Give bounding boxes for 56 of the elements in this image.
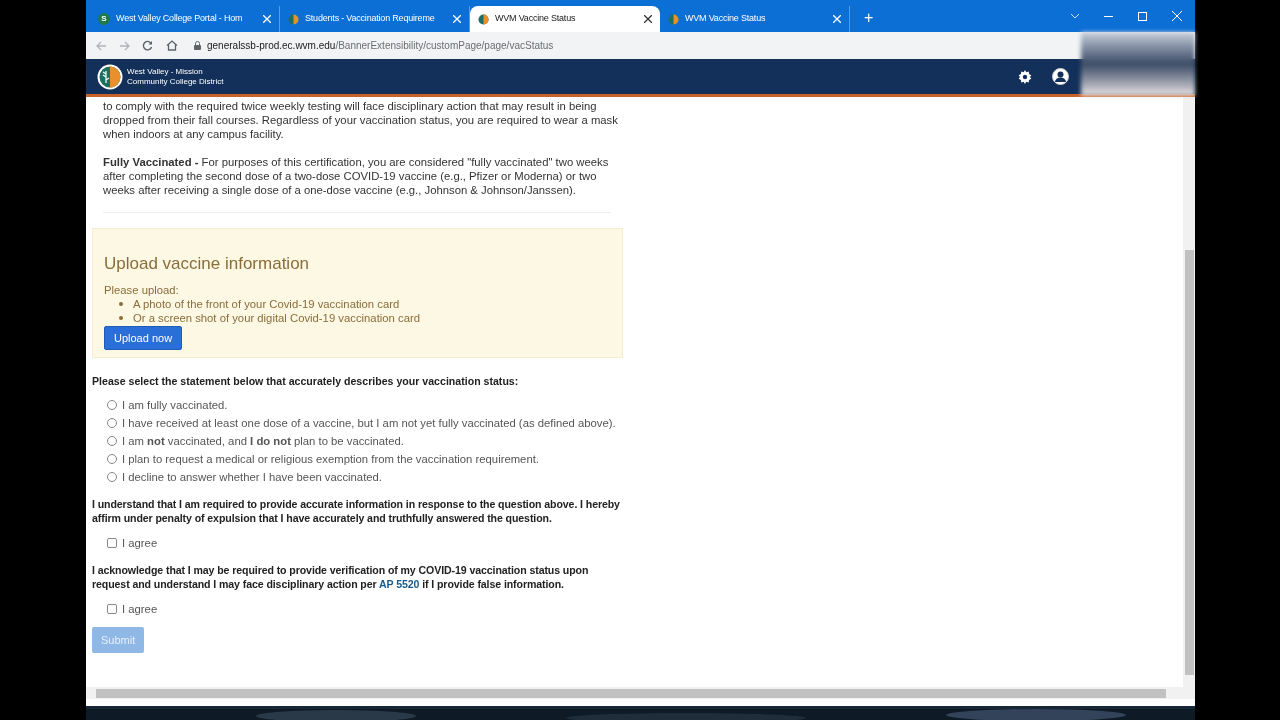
minimize-icon[interactable]: [1104, 15, 1113, 17]
checkbox-label[interactable]: I agree: [122, 536, 158, 550]
lock-icon: [194, 41, 201, 50]
option-label[interactable]: I am not vaccinated, and I do not plan to be vaccinated.: [122, 434, 404, 448]
tab-title: Students - Vaccination Requireme: [305, 12, 435, 26]
url-field[interactable]: generalssb-prod.ec.wvm.edu/BannerExtensibility/customPage/page/vacStatus: [207, 38, 554, 53]
favicon: S: [98, 13, 110, 25]
option-label[interactable]: I have received at least one dose of a vaccine, but I am not yet fully vaccinated (as defined above).: [122, 416, 616, 430]
radio-button[interactable]: [107, 400, 117, 410]
tab-title: WVM Vaccine Status: [685, 12, 766, 26]
settings-icon[interactable]: [1018, 69, 1032, 84]
back-icon[interactable]: [96, 40, 107, 51]
close-icon[interactable]: [644, 15, 652, 23]
card-text: Please upload:: [104, 283, 180, 297]
horizontal-scrollbar[interactable]: [86, 687, 1195, 699]
home-icon[interactable]: [166, 40, 178, 51]
tab-title: WVM Vaccine Status: [495, 12, 576, 26]
list-item: A photo of the front of your Covid-19 vaccination card: [133, 297, 400, 311]
paragraph: to comply with the required twice weekly testing will face disciplinary action that may result in being dropped from their fall courses. Regardless of your vaccination status, you are required to wear a mask when indoors at any campus facility.: [103, 99, 619, 141]
browser-tab[interactable]: WVM Vaccine Status: [470, 6, 660, 32]
checkbox-label[interactable]: I agree: [122, 602, 158, 616]
logo-text: Community College District: [127, 76, 224, 87]
reload-icon[interactable]: [142, 40, 153, 51]
checkbox[interactable]: [107, 538, 117, 548]
list-item: Or a screen shot of your digital Covid-19 vaccination card: [133, 311, 420, 325]
policy-link[interactable]: AP 5520: [379, 578, 420, 590]
radio-button[interactable]: [107, 418, 117, 428]
chevron-down-icon[interactable]: [1070, 13, 1080, 19]
scrollbar-thumb[interactable]: [1184, 250, 1194, 675]
paragraph: Fully Vaccinated - For purposes of this certification, you are considered "fully vaccinated" two weeks after completing the second dose of a two-dose COVID-19 vaccine (e.g., Pfizer or Moderna) or two weeks after receiving a single dose of a one-dose vaccine (e.g., Johnson & Johnson/Janssen).: [103, 155, 610, 197]
logo-text: West Valley - Mission: [127, 66, 204, 77]
vertical-scrollbar[interactable]: [1183, 97, 1195, 687]
favicon: [668, 13, 679, 25]
tab-title: West Valley College Portal - Hom: [116, 12, 243, 26]
card-title: Upload vaccine information: [104, 253, 311, 275]
logo-icon: [97, 63, 123, 90]
user-icon[interactable]: [1052, 68, 1069, 85]
option-label[interactable]: I decline to answer whether I have been vaccinated.: [122, 470, 382, 484]
favicon: [288, 13, 299, 25]
upload-button[interactable]: Upload now: [104, 326, 183, 350]
statement-text: I understand that I am required to provide accurate information in response to the question above. I hereby affirm under penalty of expulsion that I have accurately and truthfully answered the question.: [92, 497, 621, 525]
maximize-icon[interactable]: [1138, 11, 1147, 21]
new-tab-button[interactable]: +: [864, 10, 874, 26]
favicon: [478, 13, 489, 25]
radio-button[interactable]: [107, 436, 117, 446]
radio-button[interactable]: [107, 454, 117, 464]
option-label[interactable]: I plan to request a medical or religious exemption from the vaccination requirement.: [122, 452, 539, 466]
forward-icon[interactable]: [119, 40, 130, 51]
option-label[interactable]: I am fully vaccinated.: [122, 398, 228, 412]
bullet-icon: [119, 316, 123, 320]
radio-button[interactable]: [107, 472, 117, 482]
question-text: Please select the statement below that accurately describes your vaccination status:: [92, 374, 520, 388]
scrollbar-thumb[interactable]: [96, 688, 1166, 698]
statement-text: I acknowledge that I may be required to provide verification of my COVID-19 vaccination status upon request and understand I may face disciplinary action per AP 5520 if I provide false information.: [92, 563, 590, 591]
bullet-icon: [119, 302, 123, 306]
checkbox[interactable]: [107, 604, 117, 614]
